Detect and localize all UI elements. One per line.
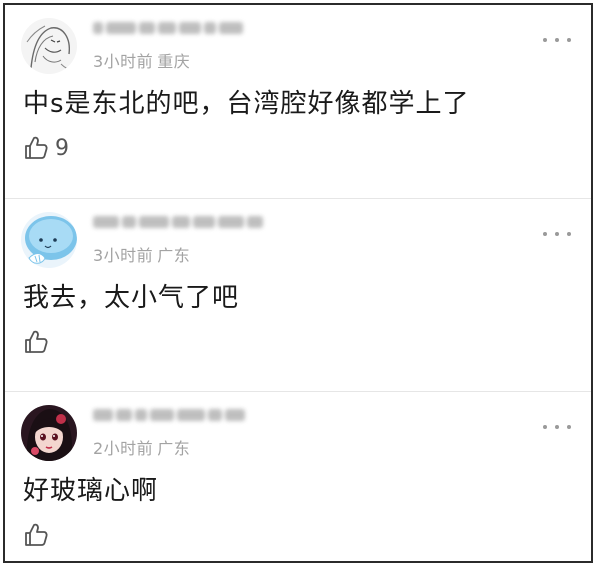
comment-text: 好玻璃心啊 <box>23 476 159 506</box>
comment-meta: 3小时前 重庆 <box>93 48 190 72</box>
more-dots-icon[interactable] <box>543 35 571 45</box>
comment-time: 2小时前 <box>93 439 154 458</box>
like-button[interactable] <box>23 520 55 550</box>
like-button[interactable]: 9 <box>23 133 69 163</box>
like-button[interactable] <box>23 327 55 357</box>
more-dots-icon[interactable] <box>543 229 571 239</box>
comment-list: 3小时前 重庆 中s是东北的吧，台湾腔好像都学上了 9 3小时前 广东 我去，太… <box>3 3 593 563</box>
like-count: 9 <box>55 135 69 161</box>
user-avatar[interactable] <box>21 405 77 461</box>
comment-location: 广东 <box>157 439 191 458</box>
username-blurred[interactable] <box>93 19 243 37</box>
comment-time: 3小时前 <box>93 52 154 71</box>
more-dots-icon[interactable] <box>543 422 571 432</box>
comment-text: 中s是东北的吧，台湾腔好像都学上了 <box>23 89 470 119</box>
sketch-portrait-avatar-icon <box>21 18 77 74</box>
comment-meta: 3小时前 广东 <box>93 242 190 266</box>
comment-location: 重庆 <box>157 52 191 71</box>
comment-location: 广东 <box>157 246 191 265</box>
comment-meta: 2小时前 广东 <box>93 435 190 459</box>
comment-item: 3小时前 重庆 中s是东北的吧，台湾腔好像都学上了 9 <box>5 5 591 198</box>
user-avatar[interactable] <box>21 18 77 74</box>
thumbs-up-icon <box>25 330 48 353</box>
user-avatar[interactable] <box>21 212 77 268</box>
comment-item: 3小时前 广东 我去，太小气了吧 <box>5 198 591 391</box>
comment-item: 2小时前 广东 好玻璃心啊 <box>5 391 591 561</box>
blue-cartoon-avatar-icon <box>21 212 77 268</box>
thumbs-up-icon <box>25 523 48 546</box>
comment-text: 我去，太小气了吧 <box>23 283 240 313</box>
thumbs-up-icon <box>25 136 48 159</box>
anime-girl-avatar-icon <box>21 405 77 461</box>
username-blurred[interactable] <box>93 406 245 424</box>
comment-time: 3小时前 <box>93 246 154 265</box>
username-blurred[interactable] <box>93 213 263 231</box>
